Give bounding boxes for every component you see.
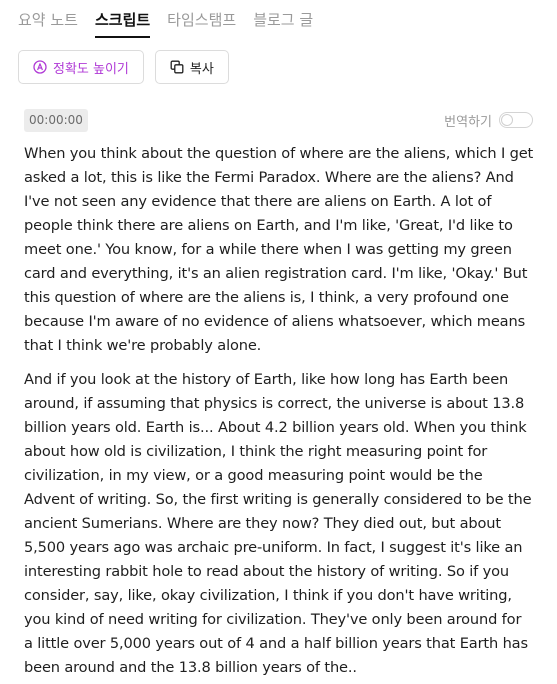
improve-accuracy-button[interactable]: 정확도 높이기	[18, 50, 144, 84]
copy-button[interactable]: 복사	[154, 50, 229, 84]
toggle-knob	[501, 114, 513, 126]
copy-label: 복사	[189, 61, 214, 77]
transcript-paragraph: And if you look at the history of Earth,…	[24, 371, 532, 676]
tab-summary-note[interactable]: 요약 노트	[18, 8, 78, 38]
action-bar: 정확도 높이기 복사	[18, 50, 229, 84]
copy-icon	[170, 60, 184, 74]
translate-label: 번역하기	[444, 114, 492, 130]
tab-blog-post[interactable]: 블로그 글	[253, 8, 313, 38]
improve-accuracy-label: 정확도 높이기	[53, 61, 129, 77]
tab-script[interactable]: 스크립트	[94, 8, 151, 38]
timestamp-badge[interactable]: 00:00:00	[24, 109, 88, 132]
translate-control: 번역하기	[444, 109, 533, 131]
translate-toggle[interactable]	[499, 112, 533, 128]
tab-timestamp[interactable]: 타임스탬프	[167, 8, 236, 38]
script-panel: 요약 노트 스크립트 타임스탬프 블로그 글 정확도 높이기 복사 00:00:…	[0, 0, 557, 684]
transcript-body: When you think about the question of whe…	[24, 142, 534, 684]
a-circle-icon	[33, 60, 47, 74]
tab-bar: 요약 노트 스크립트 타임스탬프 블로그 글	[18, 8, 313, 38]
transcript-paragraph: When you think about the question of whe…	[24, 145, 534, 354]
